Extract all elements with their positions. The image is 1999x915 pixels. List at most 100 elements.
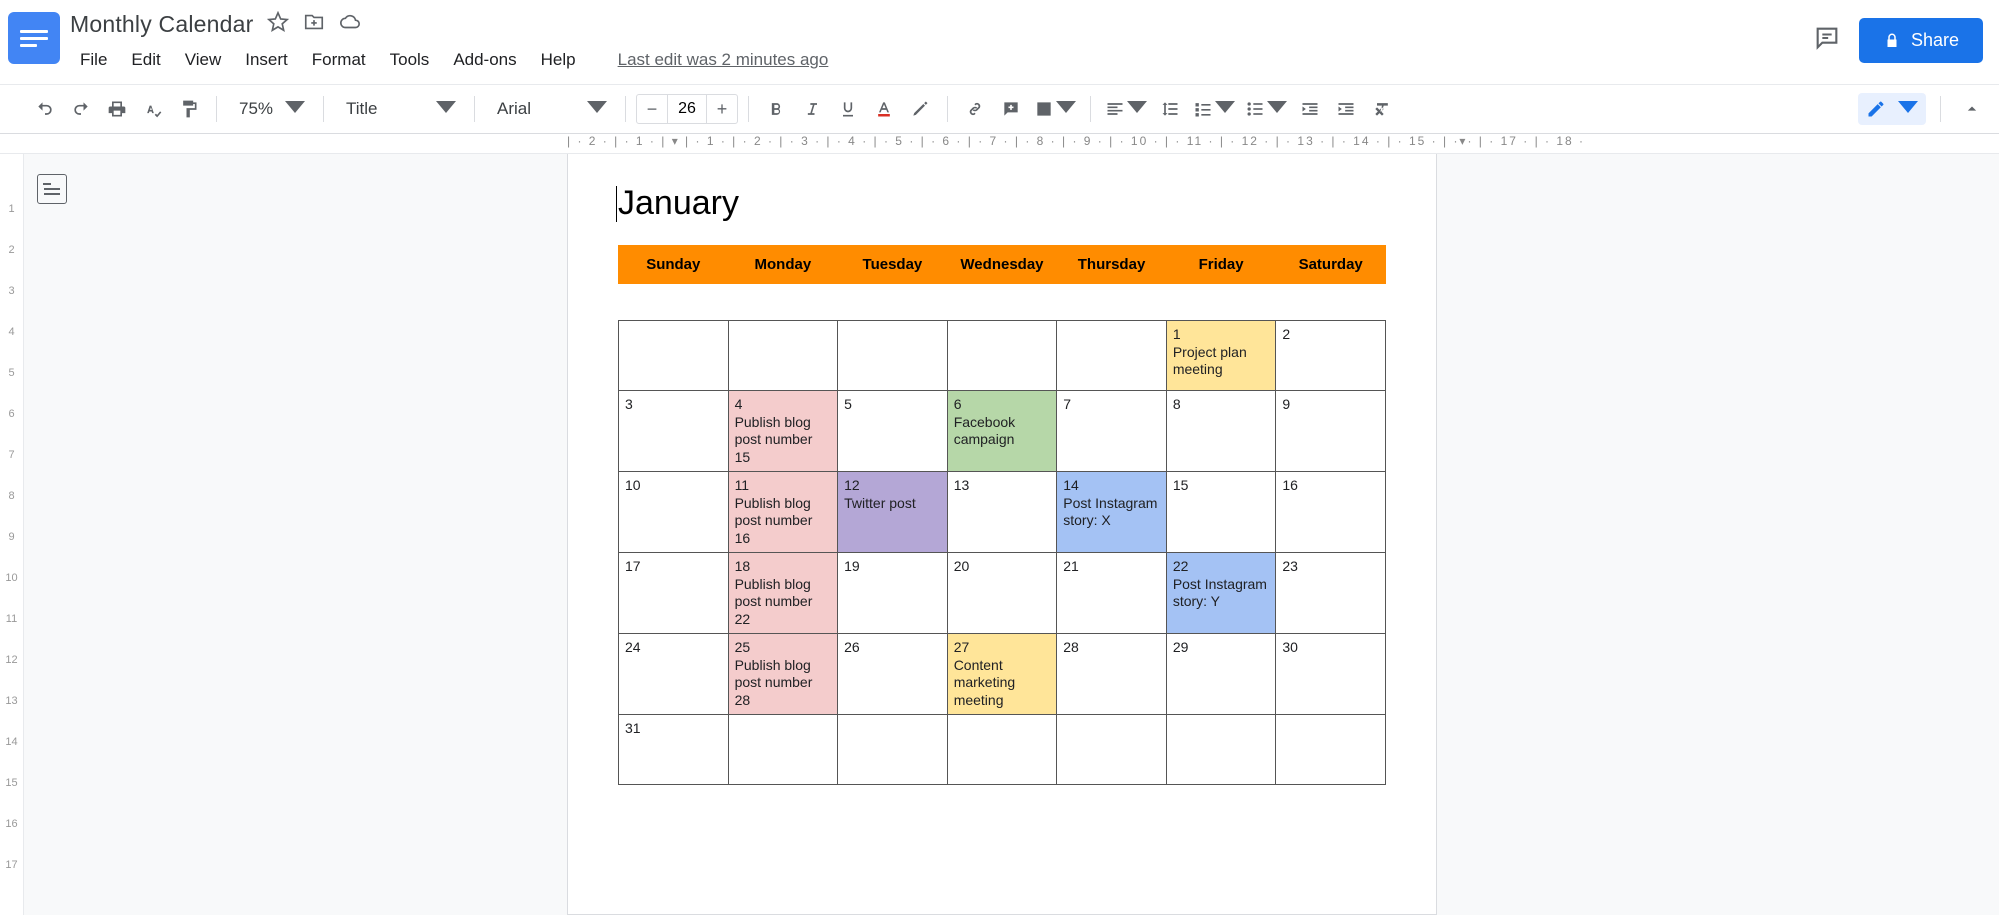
calendar-cell[interactable]: 23 [1276,553,1386,634]
calendar-cell[interactable]: 4Publish blog post number 15 [728,391,838,472]
calendar-cell[interactable]: 9 [1276,391,1386,472]
calendar-cell[interactable]: 19 [838,553,948,634]
horizontal-ruler[interactable]: | · 2 · | · 1 · | ▾ | · 1 · | · 2 · | · … [0,134,1999,154]
collapse-toolbar-button[interactable] [1955,92,1989,126]
calendar-cell[interactable] [728,715,838,785]
calendar-cell[interactable]: 6Facebook campaign [947,391,1057,472]
menu-view[interactable]: View [175,46,232,74]
day-header[interactable]: Tuesday [838,246,948,284]
calendar-cell[interactable]: 25Publish blog post number 28 [728,634,838,715]
redo-button[interactable] [64,92,98,126]
bulleted-list-button[interactable] [1241,92,1291,126]
calendar-cell[interactable]: 8 [1166,391,1276,472]
share-button[interactable]: Share [1859,18,1983,63]
calendar-cell[interactable]: 30 [1276,634,1386,715]
increase-indent-button[interactable] [1329,92,1363,126]
day-header[interactable]: Thursday [1057,246,1167,284]
paint-format-button[interactable] [172,92,206,126]
calendar-cell[interactable]: 24 [619,634,729,715]
calendar-cell[interactable]: 31 [619,715,729,785]
calendar-body-table[interactable]: 1Project plan meeting234Publish blog pos… [618,320,1386,785]
checklist-button[interactable] [1189,92,1239,126]
font-size-input[interactable] [667,95,707,123]
menu-insert[interactable]: Insert [235,46,298,74]
calendar-cell[interactable] [947,715,1057,785]
cloud-status-icon[interactable] [339,11,361,38]
calendar-cell[interactable] [1166,715,1276,785]
calendar-cell[interactable]: 14Post Instagram story: X [1057,472,1167,553]
zoom-select[interactable]: 75% [227,93,313,125]
menu-tools[interactable]: Tools [380,46,440,74]
vertical-ruler[interactable]: 1234567891011121314151617 [0,154,24,915]
comment-history-icon[interactable] [1813,24,1841,57]
paragraph-style-select[interactable]: Title [334,93,464,125]
calendar-cell[interactable] [838,715,948,785]
insert-link-button[interactable] [958,92,992,126]
menu-file[interactable]: File [70,46,117,74]
calendar-cell[interactable] [1276,715,1386,785]
document-title[interactable]: Monthly Calendar [70,11,253,38]
calendar-cell[interactable]: 26 [838,634,948,715]
calendar-cell[interactable]: 10 [619,472,729,553]
add-comment-button[interactable] [994,92,1028,126]
day-header[interactable]: Sunday [619,246,729,284]
calendar-cell[interactable] [838,321,948,391]
decrease-indent-button[interactable] [1293,92,1327,126]
day-header[interactable]: Wednesday [947,246,1057,284]
calendar-cell[interactable]: 5 [838,391,948,472]
calendar-cell[interactable]: 20 [947,553,1057,634]
line-spacing-button[interactable] [1153,92,1187,126]
align-button[interactable] [1101,92,1151,126]
calendar-cell[interactable]: 22Post Instagram story: Y [1166,553,1276,634]
google-docs-icon[interactable] [8,12,60,64]
font-family-select[interactable]: Arial [485,93,615,125]
calendar-cell[interactable]: 1Project plan meeting [1166,321,1276,391]
editing-mode-button[interactable] [1858,93,1926,125]
clear-formatting-button[interactable] [1365,92,1399,126]
calendar-cell[interactable]: 11Publish blog post number 16 [728,472,838,553]
menu-help[interactable]: Help [531,46,586,74]
highlight-color-button[interactable] [903,92,937,126]
page[interactable]: January SundayMondayTuesdayWednesdayThur… [567,154,1437,915]
calendar-cell[interactable]: 2 [1276,321,1386,391]
calendar-cell[interactable] [728,321,838,391]
document-canvas[interactable]: January SundayMondayTuesdayWednesdayThur… [80,154,1999,915]
month-title[interactable]: January [618,184,1386,223]
last-edit-link[interactable]: Last edit was 2 minutes ago [608,46,839,74]
day-header[interactable]: Monday [728,246,838,284]
menu-edit[interactable]: Edit [121,46,170,74]
font-size-increase[interactable]: + [707,94,737,124]
calendar-cell[interactable] [619,321,729,391]
calendar-cell[interactable]: 21 [1057,553,1167,634]
insert-image-button[interactable] [1030,92,1080,126]
calendar-cell[interactable] [947,321,1057,391]
calendar-cell[interactable]: 17 [619,553,729,634]
calendar-cell[interactable] [1057,715,1167,785]
print-button[interactable] [100,92,134,126]
calendar-cell[interactable]: 15 [1166,472,1276,553]
day-header[interactable]: Friday [1166,246,1276,284]
calendar-cell[interactable]: 16 [1276,472,1386,553]
calendar-cell[interactable] [1057,321,1167,391]
calendar-header-table[interactable]: SundayMondayTuesdayWednesdayThursdayFrid… [618,245,1386,284]
italic-button[interactable] [795,92,829,126]
menu-format[interactable]: Format [302,46,376,74]
font-size-decrease[interactable]: − [637,94,667,124]
calendar-cell[interactable]: 12Twitter post [838,472,948,553]
show-outline-button[interactable] [37,174,67,204]
calendar-cell[interactable]: 27Content marketing meeting [947,634,1057,715]
bold-button[interactable] [759,92,793,126]
day-header[interactable]: Saturday [1276,246,1386,284]
text-color-button[interactable] [867,92,901,126]
star-icon[interactable] [267,11,289,38]
spellcheck-button[interactable] [136,92,170,126]
underline-button[interactable] [831,92,865,126]
calendar-cell[interactable]: 18Publish blog post number 22 [728,553,838,634]
calendar-cell[interactable]: 28 [1057,634,1167,715]
calendar-cell[interactable]: 7 [1057,391,1167,472]
calendar-cell[interactable]: 13 [947,472,1057,553]
calendar-cell[interactable]: 3 [619,391,729,472]
move-icon[interactable] [303,11,325,38]
undo-button[interactable] [28,92,62,126]
menu-addons[interactable]: Add-ons [443,46,526,74]
